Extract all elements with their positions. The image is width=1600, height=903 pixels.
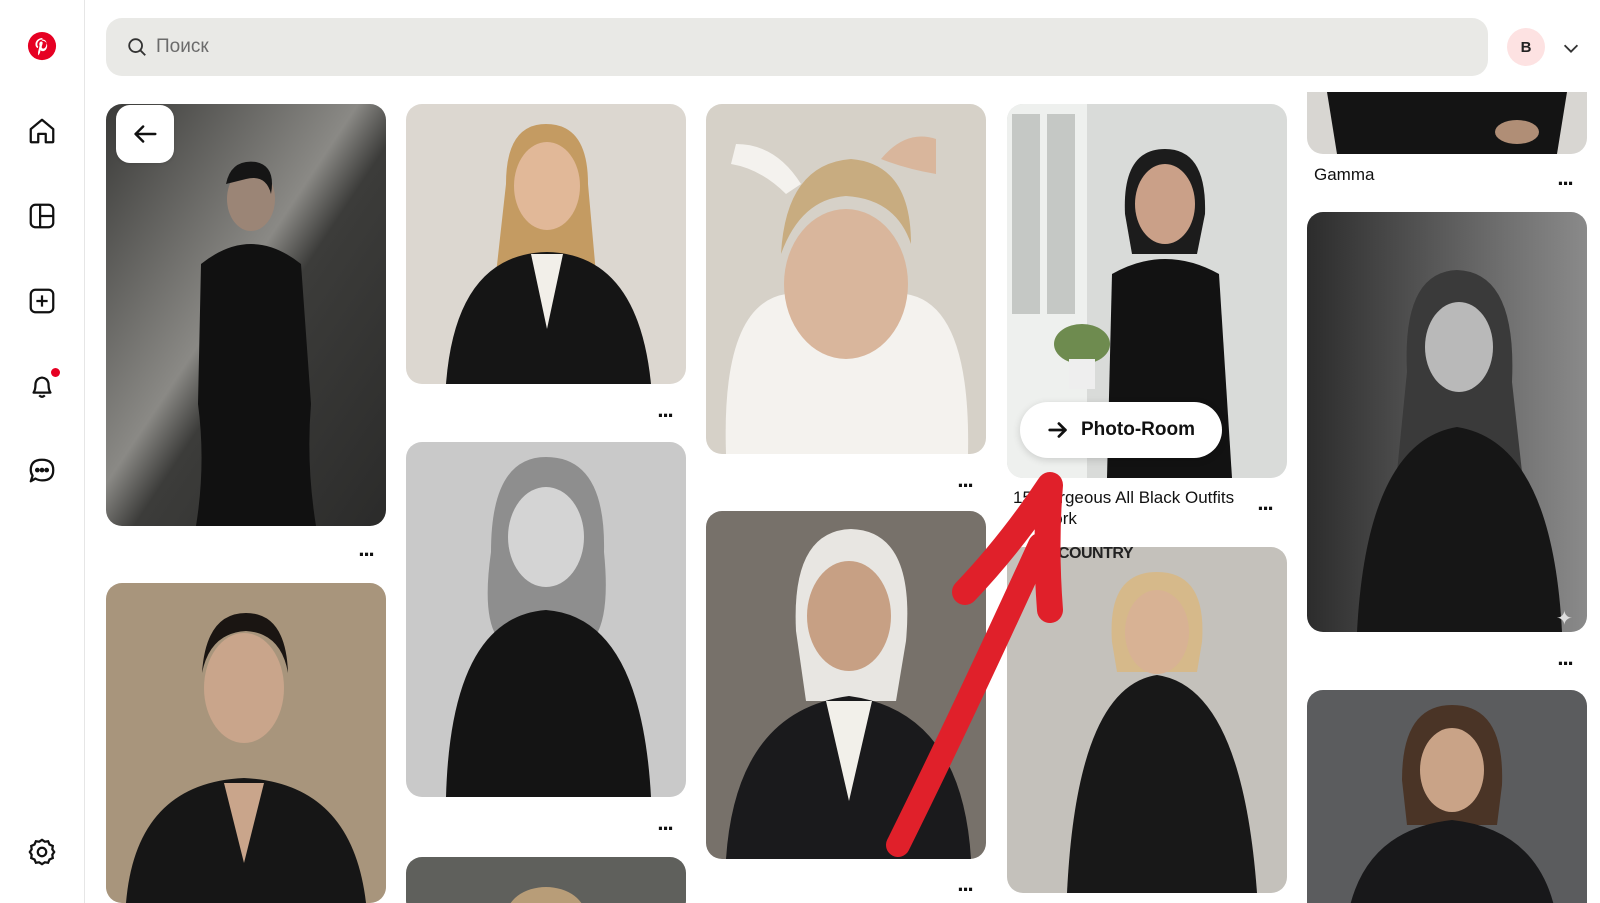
- back-button[interactable]: [116, 105, 174, 163]
- pin-card[interactable]: [706, 104, 986, 454]
- home-icon: [29, 118, 55, 144]
- create-icon: [29, 288, 55, 314]
- avatar[interactable]: B: [1507, 28, 1545, 66]
- photo-room-button[interactable]: Photo-Room: [1020, 402, 1222, 458]
- pin-image: [1307, 92, 1587, 154]
- pin-title[interactable]: 15 Gorgeous All Black Outfits for Work: [1013, 487, 1253, 529]
- pin-card[interactable]: [1307, 212, 1587, 632]
- more-options-button[interactable]: ...: [351, 538, 381, 560]
- pin-image: [706, 511, 986, 859]
- more-options-button[interactable]: ...: [950, 873, 980, 895]
- boards-button[interactable]: [18, 192, 66, 240]
- pin-title[interactable]: Gamma: [1314, 164, 1374, 185]
- more-options-button[interactable]: ...: [1550, 167, 1580, 189]
- pin-card[interactable]: [106, 104, 386, 526]
- more-options-button[interactable]: ...: [1250, 492, 1280, 514]
- messages-icon: [29, 458, 55, 483]
- home-button[interactable]: [18, 107, 66, 155]
- search-icon: [128, 38, 146, 56]
- pin-image: [406, 857, 686, 903]
- more-options-button[interactable]: ...: [950, 469, 980, 491]
- chevron-down-icon[interactable]: [1560, 37, 1582, 59]
- search-bar[interactable]: [106, 18, 1488, 76]
- pin-image: [106, 583, 386, 903]
- pinterest-logo-icon: [27, 31, 57, 61]
- pin-image: [406, 104, 686, 384]
- sidebar: [0, 0, 85, 903]
- pin-card[interactable]: [406, 442, 686, 797]
- pin-title-line: for Work: [1013, 509, 1077, 528]
- pin-image: [1307, 212, 1587, 632]
- pin-title-line: 15 Gorgeous All Black Outfits: [1013, 488, 1235, 507]
- boards-icon: [29, 203, 55, 229]
- messages-button[interactable]: [18, 447, 66, 495]
- pin-card[interactable]: [1307, 690, 1587, 903]
- more-options-button[interactable]: ...: [650, 399, 680, 421]
- more-options-button[interactable]: ...: [1550, 647, 1580, 669]
- pin-image: [1007, 547, 1287, 893]
- pin-card[interactable]: [1007, 547, 1287, 893]
- pin-image: [1307, 690, 1587, 903]
- gear-icon: [28, 838, 56, 866]
- pinterest-logo[interactable]: [18, 22, 66, 70]
- pin-card[interactable]: [1307, 92, 1587, 154]
- pin-image: [106, 104, 386, 526]
- create-button[interactable]: [18, 277, 66, 325]
- pin-image: [706, 104, 986, 454]
- arrow-right-icon: [1048, 422, 1067, 438]
- magazine-label: COUNTRY: [1058, 545, 1134, 562]
- pin-card[interactable]: [406, 104, 686, 384]
- photo-room-label: Photo-Room: [1081, 419, 1195, 440]
- pin-card[interactable]: [106, 583, 386, 903]
- notifications-button[interactable]: [18, 362, 66, 410]
- notification-badge: [51, 368, 60, 377]
- arrow-left-icon: [134, 125, 157, 143]
- more-options-button[interactable]: ...: [650, 812, 680, 834]
- settings-button[interactable]: [18, 828, 66, 876]
- pin-image: [406, 442, 686, 797]
- search-input[interactable]: [156, 36, 1456, 58]
- pin-card[interactable]: [706, 511, 986, 859]
- sparkle-icon: ✦: [1556, 608, 1573, 630]
- pin-card[interactable]: [406, 857, 686, 903]
